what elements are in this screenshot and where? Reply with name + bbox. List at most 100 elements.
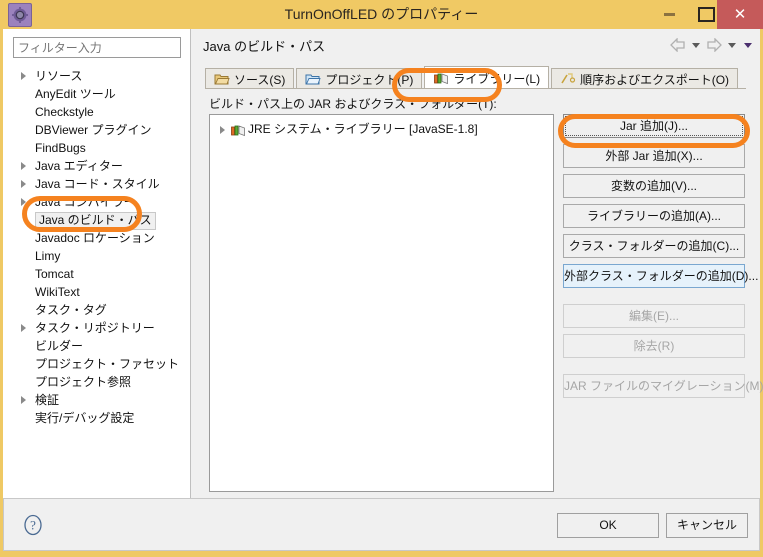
sidebar-item-8[interactable]: Java のビルド・パス [3,211,191,230]
sidebar-item-0[interactable]: リソース [3,67,191,85]
sidebar-item-2[interactable]: Checkstyle [3,103,191,121]
sidebar-item-13[interactable]: タスク・タグ [3,301,191,319]
main-panel: Java のビルド・パス ソース(S) プロジェクト(P) ライブラリー(L) 順序お… [191,29,763,526]
filter-input[interactable] [13,37,181,58]
expand-arrow-icon[interactable] [220,126,225,134]
classpath-button-1[interactable]: 外部 Jar 追加(X)... [563,144,745,168]
view-menu-icon[interactable] [744,42,752,48]
sidebar-item-label: WikiText [35,285,80,299]
sidebar-item-4[interactable]: FindBugs [3,139,191,157]
classpath-button-6: 編集(E)... [563,304,745,328]
dialog-footer: ? OK キャンセル [3,498,760,551]
sidebar-item-label: Tomcat [35,267,74,281]
classpath-button-5[interactable]: 外部クラス・フォルダーの追加(D)... [563,264,758,288]
classpath-button-2[interactable]: 変数の追加(V)... [563,174,745,198]
library-books-icon [433,71,449,85]
tab-1[interactable]: プロジェクト(P) [296,68,423,89]
expand-arrow-icon[interactable] [21,324,26,332]
sidebar-item-15[interactable]: ビルダー [3,337,191,355]
expand-arrow-icon[interactable] [21,72,26,80]
sidebar-item-1[interactable]: AnyEdit ツール [3,85,191,103]
libraries-tab-body: ビルド・パス上の JAR およびクラス・フォルダー(T): JRE システム・ラ… [205,89,763,509]
svg-text:?: ? [30,518,36,533]
sidebar-item-label: FindBugs [35,141,86,155]
forward-dropdown-icon[interactable] [728,42,736,48]
tab-3[interactable]: 順序およびエクスポート(O) [551,68,739,89]
sidebar-item-label: AnyEdit ツール [35,87,116,101]
expand-arrow-icon[interactable] [21,162,26,170]
sidebar-item-label: Java コンパイラー [35,195,136,209]
expand-arrow-icon[interactable] [21,396,26,404]
sidebar-item-label: 検証 [35,393,60,407]
minimize-button[interactable] [650,0,688,29]
sidebar-item-6[interactable]: Java コード・スタイル [3,175,191,193]
sidebar-item-7[interactable]: Java コンパイラー [3,193,191,211]
sidebar-item-label: Limy [35,249,61,263]
help-icon[interactable]: ? [22,514,44,536]
sidebar-item-11[interactable]: Tomcat [3,265,191,283]
tab-label: ライブラリー(L) [453,71,541,86]
sidebar-item-label: DBViewer プラグイン [35,123,152,137]
build-path-panel: ソース(S) プロジェクト(P) ライブラリー(L) 順序およびエクスポート(O) ビ… [199,62,763,517]
classpath-button-0[interactable]: Jar 追加(J)... [563,114,745,138]
classpath-button-3[interactable]: ライブラリーの追加(A)... [563,204,745,228]
forward-arrow-icon[interactable] [706,37,722,53]
sidebar-item-label: タスク・リポジトリー [35,321,155,335]
sidebar-item-label: Java のビルド・パス [35,212,156,230]
source-folder-icon [214,72,230,86]
window-title: TurnOnOffLED のプロパティー [284,6,479,22]
title-bar: TurnOnOffLED のプロパティー ✕ [0,0,763,29]
expand-arrow-icon[interactable] [21,198,26,206]
sidebar-item-17[interactable]: プロジェクト参照 [3,373,191,391]
tab-2[interactable]: ライブラリー(L) [424,66,550,89]
settings-tree[interactable]: リソース AnyEdit ツール Checkstyle DBViewer プラグイン F… [3,67,191,427]
tab-strip[interactable]: ソース(S) プロジェクト(P) ライブラリー(L) 順序およびエクスポート(O) [205,66,740,89]
tab-label: 順序およびエクスポート(O) [580,72,730,87]
sidebar-item-label: プロジェクト参照 [35,375,132,389]
sidebar-item-9[interactable]: Javadoc ロケーション [3,229,191,247]
project-folder-icon [305,72,322,86]
list-caption: ビルド・パス上の JAR およびクラス・フォルダー(T): [209,97,497,111]
cancel-button[interactable]: キャンセル [666,513,748,538]
back-arrow-icon[interactable] [670,37,686,53]
sidebar-item-10[interactable]: Limy [3,247,191,265]
sidebar-item-label: リソース [35,69,83,83]
sidebar-item-label: Checkstyle [35,105,94,119]
classpath-button-column: Jar 追加(J)... 外部 Jar 追加(X)... 変数の追加(V)... ライ… [563,114,763,404]
library-books-icon [230,123,245,137]
sidebar-item-label: ビルダー [35,339,84,353]
tab-0[interactable]: ソース(S) [205,68,295,89]
sidebar-item-label: タスク・タグ [35,303,107,317]
sidebar-item-16[interactable]: プロジェクト・ファセット [3,355,191,373]
classpath-button-4[interactable]: クラス・フォルダーの追加(C)... [563,234,745,258]
sidebar-item-5[interactable]: Java エディター [3,157,191,175]
properties-dialog: TurnOnOffLED のプロパティー ✕ リソース AnyEdit ツール Ch… [0,0,763,557]
sidebar-item-14[interactable]: タスク・リポジトリー [3,319,191,337]
ok-button[interactable]: OK [557,513,659,538]
order-export-icon [560,72,576,86]
sidebar-item-18[interactable]: 検証 [3,391,191,409]
sidebar-item-label: Javadoc ロケーション [35,231,155,245]
classpath-entry[interactable]: JRE システム・ライブラリー [JavaSE-1.8] [210,120,553,139]
sidebar-item-3[interactable]: DBViewer プラグイン [3,121,191,139]
sidebar-item-label: Java コード・スタイル [35,177,160,191]
sidebar-item-label: 実行/デバッグ設定 [35,411,135,425]
page-title: Java のビルド・パス [203,39,326,54]
dialog-content: リソース AnyEdit ツール Checkstyle DBViewer プラグイン F… [3,29,763,526]
classpath-button-8: JAR ファイルのマイグレーション(M)... [563,374,763,398]
sidebar-item-12[interactable]: WikiText [3,283,191,301]
classpath-entry-label: JRE システム・ライブラリー [JavaSE-1.8] [248,122,478,136]
sidebar-item-label: Java エディター [35,159,123,173]
sidebar-item-label: プロジェクト・ファセット [35,357,180,371]
navigation-controls [670,35,754,55]
close-button[interactable]: ✕ [717,0,763,29]
page-header: Java のビルド・パス [191,29,760,62]
tab-label: ソース(S) [234,72,286,87]
tab-label: プロジェクト(P) [325,72,414,87]
settings-sidebar: リソース AnyEdit ツール Checkstyle DBViewer プラグイン F… [3,29,191,526]
back-dropdown-icon[interactable] [692,42,700,48]
classpath-button-7: 除去(R) [563,334,745,358]
expand-arrow-icon[interactable] [21,180,26,188]
sidebar-item-19[interactable]: 実行/デバッグ設定 [3,409,191,427]
classpath-list[interactable]: JRE システム・ライブラリー [JavaSE-1.8] [209,114,554,492]
